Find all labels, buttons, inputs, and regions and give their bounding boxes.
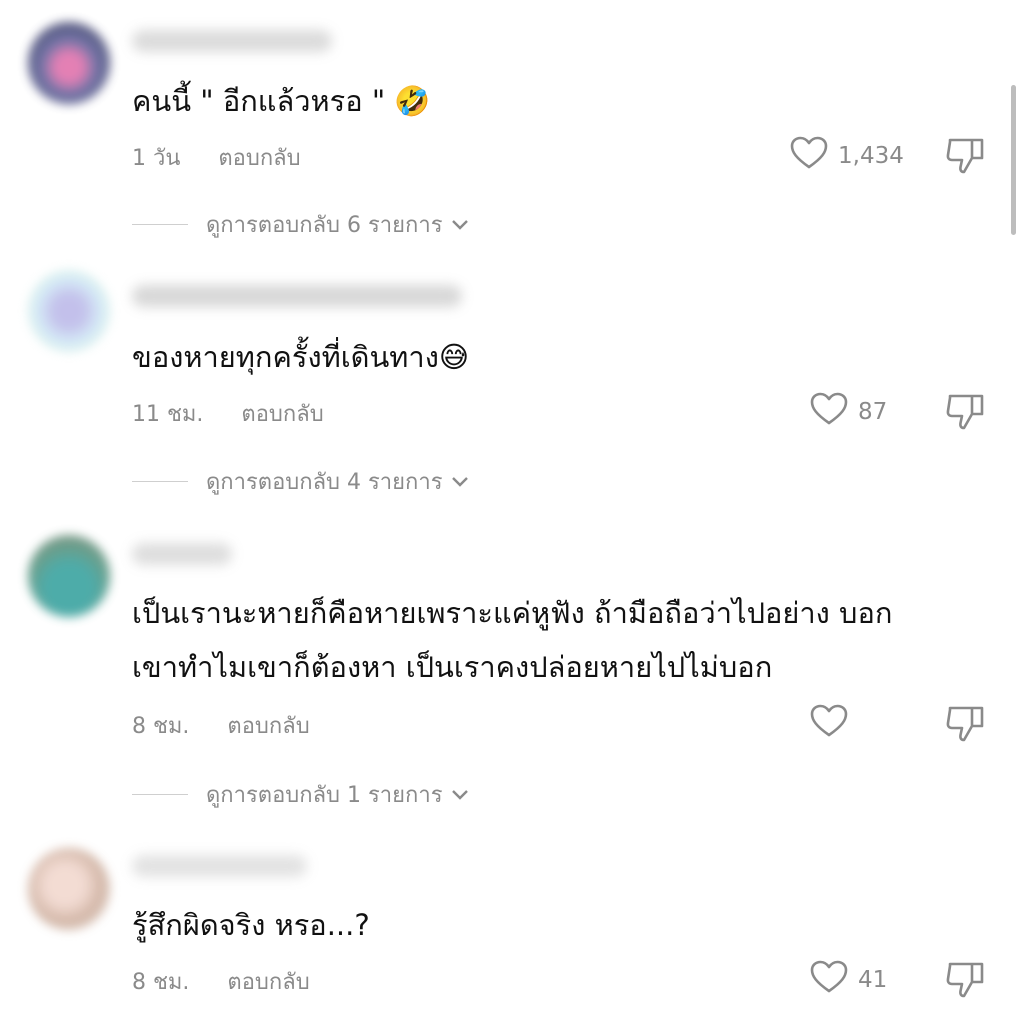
like-button[interactable]: 1,434 <box>790 136 904 176</box>
comment-meta: 1 วัน ตอบกลับ <box>132 140 301 175</box>
avatar[interactable] <box>28 22 110 104</box>
username-blurred[interactable] <box>132 30 332 52</box>
reply-button[interactable]: ตอบกลับ <box>241 396 323 431</box>
reply-button[interactable]: ตอบกลับ <box>227 964 309 999</box>
like-count: 1,434 <box>838 143 904 169</box>
comment-text: เป็นเรานะหายก็คือหายเพราะแค่หูฟัง ถ้ามือ… <box>132 596 893 684</box>
thumbs-down-icon <box>944 962 988 1004</box>
heart-outline-icon <box>810 704 848 744</box>
avatar[interactable] <box>28 848 110 930</box>
view-replies-label: ดูการตอบกลับ 6 รายการ <box>206 213 443 238</box>
avatar[interactable] <box>28 270 110 352</box>
scrollbar[interactable] <box>1011 85 1016 235</box>
view-replies-label: ดูการตอบกลับ 1 รายการ <box>206 783 443 808</box>
avatar[interactable] <box>28 535 110 617</box>
heart-outline-icon <box>790 136 828 176</box>
like-count: 41 <box>858 967 888 993</box>
username-blurred[interactable] <box>132 855 307 877</box>
dislike-button[interactable] <box>944 960 988 1004</box>
like-button[interactable] <box>810 704 858 744</box>
comment-meta: 8 ชม. ตอบกลับ <box>132 964 310 999</box>
thumbs-down-icon <box>944 138 988 180</box>
comment-meta: 8 ชม. ตอบกลับ <box>132 708 310 743</box>
divider <box>132 794 188 795</box>
comment-time: 8 ชม. <box>132 714 190 739</box>
divider <box>132 224 188 225</box>
like-button[interactable]: 87 <box>810 392 887 432</box>
chevron-down-icon <box>451 212 469 237</box>
comment-text: รู้สึกผิดจริง หรอ...? <box>132 908 370 942</box>
view-replies-button[interactable]: ดูการตอบกลับ 4 รายการ <box>132 464 469 499</box>
view-replies-button[interactable]: ดูการตอบกลับ 1 รายการ <box>132 777 469 812</box>
dislike-button[interactable] <box>944 136 988 180</box>
comment-time: 1 วัน <box>132 146 181 171</box>
comment-text: ของหายทุกครั้งที่เดินทาง😅 <box>132 340 470 374</box>
reply-button[interactable]: ตอบกลับ <box>227 708 309 743</box>
view-replies-label: ดูการตอบกลับ 4 รายการ <box>206 470 443 495</box>
chevron-down-icon <box>451 782 469 807</box>
like-count: 87 <box>858 399 888 425</box>
dislike-button[interactable] <box>944 392 988 436</box>
comment-time: 8 ชม. <box>132 970 190 995</box>
thumbs-down-icon <box>944 706 988 748</box>
like-button[interactable]: 41 <box>810 960 887 1000</box>
heart-outline-icon <box>810 392 848 432</box>
comment-time: 11 ชม. <box>132 402 204 427</box>
dislike-button[interactable] <box>944 704 988 748</box>
divider <box>132 481 188 482</box>
view-replies-button[interactable]: ดูการตอบกลับ 6 รายการ <box>132 207 469 242</box>
username-blurred[interactable] <box>132 543 232 565</box>
reply-button[interactable]: ตอบกลับ <box>218 140 300 175</box>
username-blurred[interactable] <box>132 285 462 307</box>
comment-text: คนนี้ " อีกแล้วหรอ " 🤣 <box>132 84 431 118</box>
heart-outline-icon <box>810 960 848 1000</box>
chevron-down-icon <box>451 469 469 494</box>
comment-meta: 11 ชม. ตอบกลับ <box>132 396 324 431</box>
thumbs-down-icon <box>944 394 988 436</box>
